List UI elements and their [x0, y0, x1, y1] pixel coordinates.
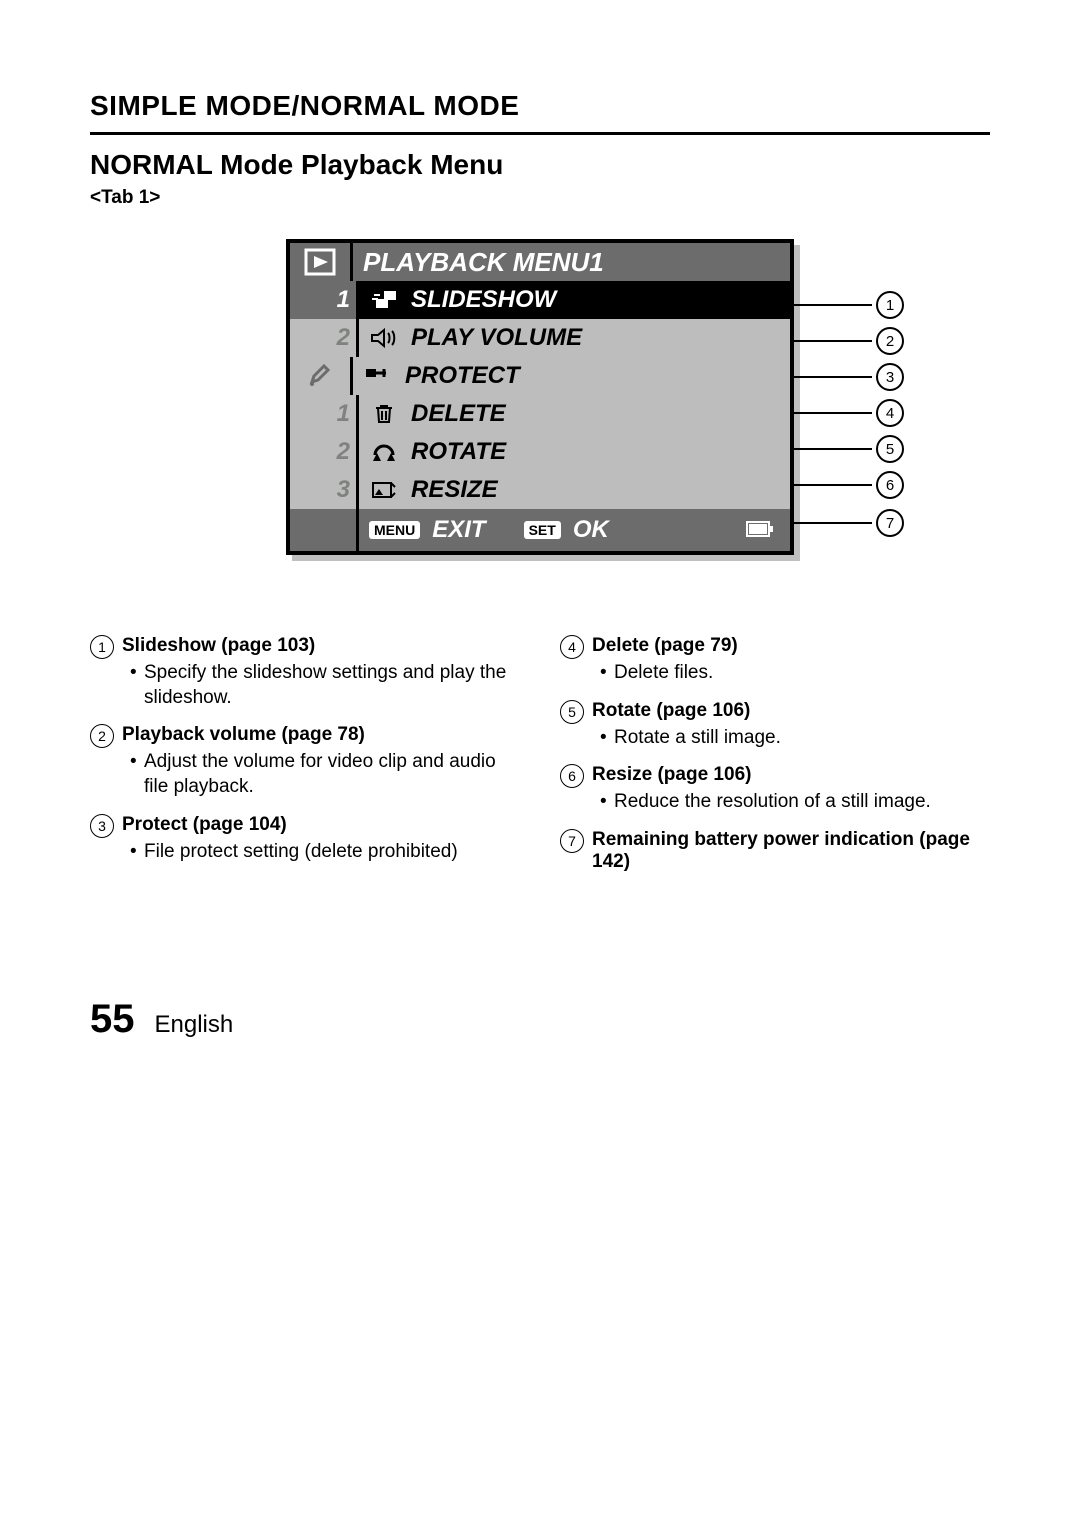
desc-body-2: Adjust the volume for video clip and aud… [130, 750, 520, 799]
desc-title-2: Playback volume (page 78) [122, 724, 365, 746]
menu-item-label: ROTATE [411, 438, 506, 466]
desc-num-1: 1 [90, 635, 114, 659]
desc-title-7: Remaining battery power indication (page… [592, 829, 990, 873]
screen-diagram: PLAYBACK MENU1 1 SLIDESHOW 2 [90, 239, 990, 555]
menu-item-resize[interactable]: 3 RESIZE [290, 471, 790, 509]
rotate-icon [369, 441, 399, 463]
tab-label: <Tab 1> [90, 187, 990, 209]
desc-title-3: Protect (page 104) [122, 814, 287, 836]
menu-footer: MENU EXIT SET OK [290, 509, 790, 551]
protect-icon [363, 365, 393, 387]
page-footer: 55 English [90, 997, 990, 1042]
desc-title-6: Resize (page 106) [592, 764, 751, 786]
menu-item-label: SLIDESHOW [411, 286, 556, 314]
descriptions: 1 Slideshow (page 103) Specify the slides… [90, 635, 990, 887]
resize-icon [369, 479, 399, 501]
menu-item-label: PROTECT [405, 362, 520, 390]
menu-item-slideshow[interactable]: 1 SLIDESHOW [290, 281, 790, 319]
menu-item-play-volume[interactable]: 2 PLAY VOLUME [290, 319, 790, 357]
page-language: English [155, 1011, 234, 1039]
trash-icon [369, 403, 399, 425]
setup-tab-2: 2 [290, 433, 359, 471]
menu-item-delete[interactable]: 1 DELETE [290, 395, 790, 433]
menu-title: PLAYBACK MENU1 [363, 247, 604, 278]
footer-ok[interactable]: OK [573, 516, 609, 544]
section-title: SIMPLE MODE/NORMAL MODE [90, 90, 990, 122]
page-number: 55 [90, 997, 135, 1042]
desc-body-5: Rotate a still image. [600, 726, 990, 751]
desc-body-1: Specify the slideshow settings and play … [130, 661, 520, 710]
menu-item-protect[interactable]: PROTECT [290, 357, 790, 395]
set-badge: SET [524, 521, 561, 539]
callout-6: 6 [876, 471, 904, 499]
battery-icon [746, 516, 774, 544]
menu-item-label: DELETE [411, 400, 506, 428]
desc-num-2: 2 [90, 724, 114, 748]
slideshow-icon [369, 289, 399, 311]
page-subtitle: NORMAL Mode Playback Menu [90, 149, 990, 181]
desc-title-5: Rotate (page 106) [592, 700, 750, 722]
divider [90, 132, 990, 135]
volume-icon [369, 327, 399, 349]
desc-num-4: 4 [560, 635, 584, 659]
desc-num-7: 7 [560, 829, 584, 853]
callout-7: 7 [876, 509, 904, 537]
desc-title-4: Delete (page 79) [592, 635, 738, 657]
callout-2: 2 [876, 327, 904, 355]
playback-tab-icon [290, 243, 353, 281]
playback-tab-1: 1 [290, 281, 359, 319]
menu-item-label: PLAY VOLUME [411, 324, 582, 352]
menu-title-row: PLAYBACK MENU1 [290, 243, 790, 281]
desc-num-3: 3 [90, 814, 114, 838]
callout-1: 1 [876, 291, 904, 319]
desc-num-5: 5 [560, 700, 584, 724]
desc-body-6: Reduce the resolution of a still image. [600, 790, 990, 815]
menu-badge: MENU [369, 521, 420, 539]
desc-title-1: Slideshow (page 103) [122, 635, 315, 657]
playback-tab-2: 2 [290, 319, 359, 357]
callout-4: 4 [876, 399, 904, 427]
setup-tab-icon [290, 357, 353, 395]
desc-body-3: File protect setting (delete prohibited) [130, 840, 520, 865]
callout-3: 3 [876, 363, 904, 391]
footer-exit[interactable]: EXIT [432, 516, 485, 544]
callout-5: 5 [876, 435, 904, 463]
setup-tab-3: 3 [290, 471, 359, 509]
menu-item-label: RESIZE [411, 476, 498, 504]
menu-item-rotate[interactable]: 2 ROTATE [290, 433, 790, 471]
setup-tab-1: 1 [290, 395, 359, 433]
desc-body-4: Delete files. [600, 661, 990, 686]
desc-num-6: 6 [560, 764, 584, 788]
